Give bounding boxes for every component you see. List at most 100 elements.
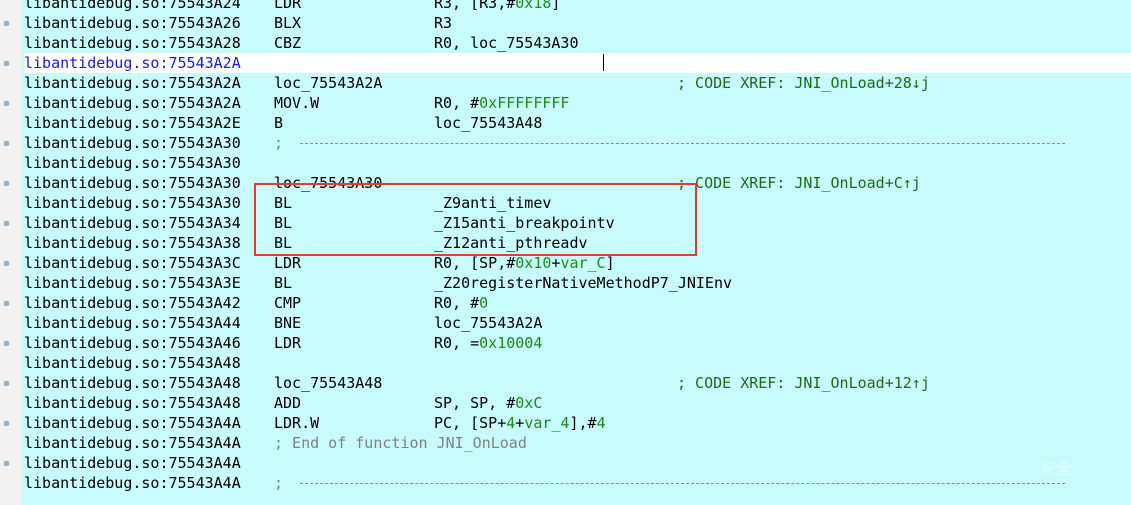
address-label: libantidebug.so:75543A2E (24, 114, 241, 132)
operand-value: 4 (596, 414, 606, 432)
listing-row[interactable]: libantidebug.so:75543A4A ; End of functio… (24, 433, 1131, 453)
gutter-marker (4, 221, 9, 226)
operand-text: R0, # (434, 294, 480, 312)
address-label: libantidebug.so:75543A30 (24, 134, 241, 152)
instruction-operands[interactable]: loc_75543A2A (434, 313, 542, 333)
gutter-marker (4, 421, 9, 426)
instruction-operands[interactable]: R0, =0x10004 (434, 333, 542, 353)
code-label[interactable]: loc_75543A2A (274, 73, 382, 93)
listing-row[interactable]: libantidebug.so:75543A44 BNE loc_75543A2A (24, 313, 1131, 333)
operand-text: ] (605, 254, 615, 272)
address-label: libantidebug.so:75543A4A (24, 434, 241, 452)
operand-text: R3, [R3,# (434, 0, 516, 12)
instruction-mnemonic[interactable]: B (274, 113, 283, 133)
listing-row[interactable]: libantidebug.so:75543A2A (24, 53, 1131, 73)
listing-row[interactable]: libantidebug.so:75543A4A; (24, 473, 1131, 493)
gutter-marker (4, 181, 9, 186)
instruction-operands[interactable]: R0, #0xFFFFFFFF (434, 93, 569, 113)
instruction-mnemonic[interactable]: ADD (274, 393, 301, 413)
listing-row[interactable]: libantidebug.so:75543A24 LDR R3, [R3,#0x18… (24, 0, 1131, 13)
address-label: libantidebug.so:75543A48 (24, 374, 241, 392)
listing-row[interactable]: libantidebug.so:75543A48 loc_75543A48 ; CO… (24, 373, 1131, 393)
operand-text: R0, [SP,# (434, 254, 516, 272)
address-label: libantidebug.so:75543A28 (24, 34, 241, 52)
operand-text: loc_75543A48 (434, 114, 543, 132)
instruction-mnemonic[interactable]: CBZ (274, 33, 301, 53)
operand-value: 0 (479, 294, 489, 312)
operand-text: PC, [SP+ (434, 414, 507, 432)
instruction-mnemonic[interactable]: CMP (274, 293, 301, 313)
instruction-mnemonic[interactable]: LDR (274, 0, 301, 13)
instruction-operands[interactable]: R0, #0 (434, 293, 488, 313)
listing-row[interactable]: libantidebug.so:75543A2A MOV.W R0, #0xFFFF… (24, 93, 1131, 113)
address-label: libantidebug.so:75543A4A (24, 474, 241, 492)
code-xref-comment[interactable]: ; CODE XREF: JNI_OnLoad+12↑j (677, 373, 930, 393)
instruction-mnemonic[interactable]: BLX (274, 13, 301, 33)
listing-row[interactable]: libantidebug.so:75543A30 (24, 153, 1131, 173)
operand-text: R3 (434, 14, 453, 32)
address-label: libantidebug.so:75543A42 (24, 294, 241, 312)
operand-value: 0x18 (515, 0, 552, 12)
address-label: libantidebug.so:75543A38 (24, 234, 241, 252)
operand-text: R0, = (434, 334, 480, 352)
code-xref-comment[interactable]: ; CODE XREF: JNI_OnLoad+28↓j (677, 73, 930, 93)
instruction-mnemonic[interactable]: MOV.W (274, 93, 319, 113)
address-label: libantidebug.so:75543A2A (24, 74, 241, 92)
instruction-mnemonic[interactable]: BL (274, 273, 292, 293)
instruction-operands[interactable]: R0, loc_75543A30 (434, 33, 579, 53)
instruction-operands[interactable]: _Z20registerNativeMethodP7_JNIEnv (434, 273, 732, 293)
listing-row[interactable]: libantidebug.so:75543A3E BL _Z20registerNa… (24, 273, 1131, 293)
instruction-mnemonic[interactable]: LDR (274, 253, 301, 273)
listing-row[interactable]: libantidebug.so:75543A42 CMP R0, #0 (24, 293, 1131, 313)
address-label: libantidebug.so:75543A30 (24, 194, 241, 212)
gutter-marker (4, 21, 9, 26)
listing-row[interactable]: libantidebug.so:75543A48 (24, 353, 1131, 373)
listing-row[interactable]: libantidebug.so:75543A26 BLX R3 (24, 13, 1131, 33)
function-separator: ; (274, 473, 1066, 493)
instruction-mnemonic[interactable]: LDR (274, 333, 301, 353)
instruction-operands[interactable]: R3, [R3,#0x18] (434, 0, 560, 13)
text-cursor (603, 54, 604, 71)
instruction-mnemonic[interactable]: BNE (274, 313, 301, 333)
gutter-marker (4, 61, 9, 66)
listing-row[interactable]: libantidebug.so:75543A3C LDR R0, [SP,#0x10… (24, 253, 1131, 273)
listing-row[interactable]: libantidebug.so:75543A4A LDR.W PC, [SP+4+v… (24, 413, 1131, 433)
annotation-highlight-box (254, 183, 697, 256)
instruction-operands[interactable]: PC, [SP+4+var_4],#4 (434, 413, 606, 433)
operand-value: var_4 (524, 414, 570, 432)
gutter-marker (4, 261, 9, 266)
code-label[interactable]: loc_75543A48 (274, 373, 382, 393)
gutter-marker (4, 381, 9, 386)
instruction-operands[interactable]: R0, [SP,#0x10+var_C] (434, 253, 615, 273)
gutter-marker (4, 141, 9, 146)
listing-row[interactable]: libantidebug.so:75543A2E Bloc_75543A48 (24, 113, 1131, 133)
operand-value: var_C (560, 254, 606, 272)
function-separator: ; (274, 133, 1066, 153)
operand-text: + (515, 414, 525, 432)
instruction-operands[interactable]: loc_75543A48 (434, 113, 542, 133)
code-xref-comment[interactable]: ; CODE XREF: JNI_OnLoad+C↑j (677, 173, 921, 193)
address-label: libantidebug.so:75543A30 (24, 174, 241, 192)
operand-text: R0, loc_75543A30 (434, 34, 579, 52)
address-label: libantidebug.so:75543A30 (24, 154, 241, 172)
listing-row[interactable]: libantidebug.so:75543A46 LDR R0, =0x10004 (24, 333, 1131, 353)
listing-row[interactable]: libantidebug.so:75543A48 ADD SP, SP, #0xC (24, 393, 1131, 413)
instruction-operands[interactable]: R3 (434, 13, 452, 33)
listing-row[interactable]: libantidebug.so:75543A2A loc_75543A2A ; CO… (24, 73, 1131, 93)
instruction-operands[interactable]: SP, SP, #0xC (434, 393, 542, 413)
address-label: libantidebug.so:75543A44 (24, 314, 241, 332)
address-label: libantidebug.so:75543A3E (24, 274, 241, 292)
address-label: libantidebug.so:75543A26 (24, 14, 241, 32)
instruction-mnemonic[interactable]: LDR.W (274, 413, 319, 433)
gutter-marker (4, 461, 9, 466)
listing-row[interactable]: libantidebug.so:75543A4A (24, 453, 1131, 473)
listing-row[interactable]: libantidebug.so:75543A28 CBZ R0, loc_75543… (24, 33, 1131, 53)
navigation-gutter[interactable] (0, 0, 22, 505)
operand-text: SP, SP, # (434, 394, 516, 412)
operand-value: 0x10 (515, 254, 552, 272)
address-label: libantidebug.so:75543A3C (24, 254, 241, 272)
listing-row[interactable]: libantidebug.so:75543A30; (24, 133, 1131, 153)
address-label: libantidebug.so:75543A2A (24, 94, 241, 112)
operand-text: loc_75543A2A (434, 314, 543, 332)
operand-value: 0x10004 (479, 334, 543, 352)
